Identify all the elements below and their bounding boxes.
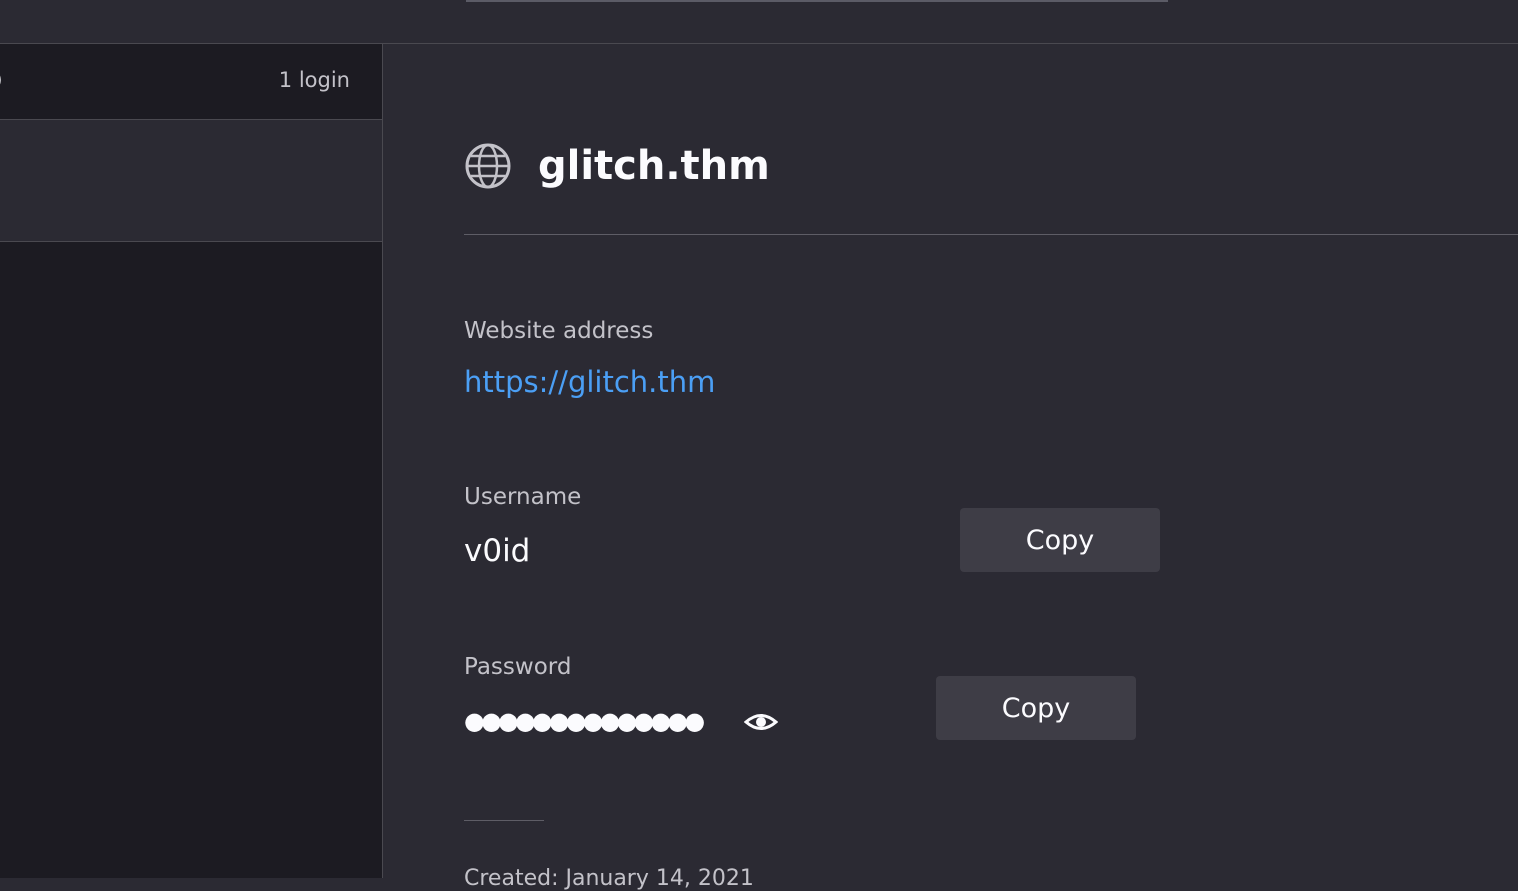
search-field-edge[interactable] — [466, 0, 1168, 2]
login-list-item-selected[interactable] — [0, 120, 382, 242]
login-count: 1 login — [278, 68, 350, 92]
login-title: glitch.thm — [538, 143, 770, 189]
created-date: Created: January 14, 2021 — [464, 866, 754, 891]
sort-dropdown-fragment[interactable]: ) — [0, 68, 3, 93]
meta-divider — [464, 820, 544, 821]
password-value: ●●●●●●●●●●●●●● — [464, 707, 705, 735]
copy-password-button[interactable]: Copy — [936, 676, 1136, 740]
top-bar — [0, 0, 1518, 44]
globe-icon — [465, 143, 511, 189]
logins-list-header: ) 1 login — [0, 44, 382, 120]
login-details-panel: glitch.thm Website address https://glitc… — [383, 44, 1518, 891]
title-divider — [464, 234, 1518, 235]
website-address-link[interactable]: https://glitch.thm — [464, 365, 715, 399]
username-value: v0id — [464, 533, 531, 569]
login-title-row: glitch.thm — [464, 141, 770, 191]
copy-username-button[interactable]: Copy — [960, 508, 1160, 572]
password-label: Password — [464, 654, 572, 680]
website-address-label: Website address — [464, 318, 654, 344]
username-label: Username — [464, 484, 582, 510]
logins-sidebar: ) 1 login — [0, 44, 383, 878]
eye-icon[interactable] — [744, 705, 778, 739]
